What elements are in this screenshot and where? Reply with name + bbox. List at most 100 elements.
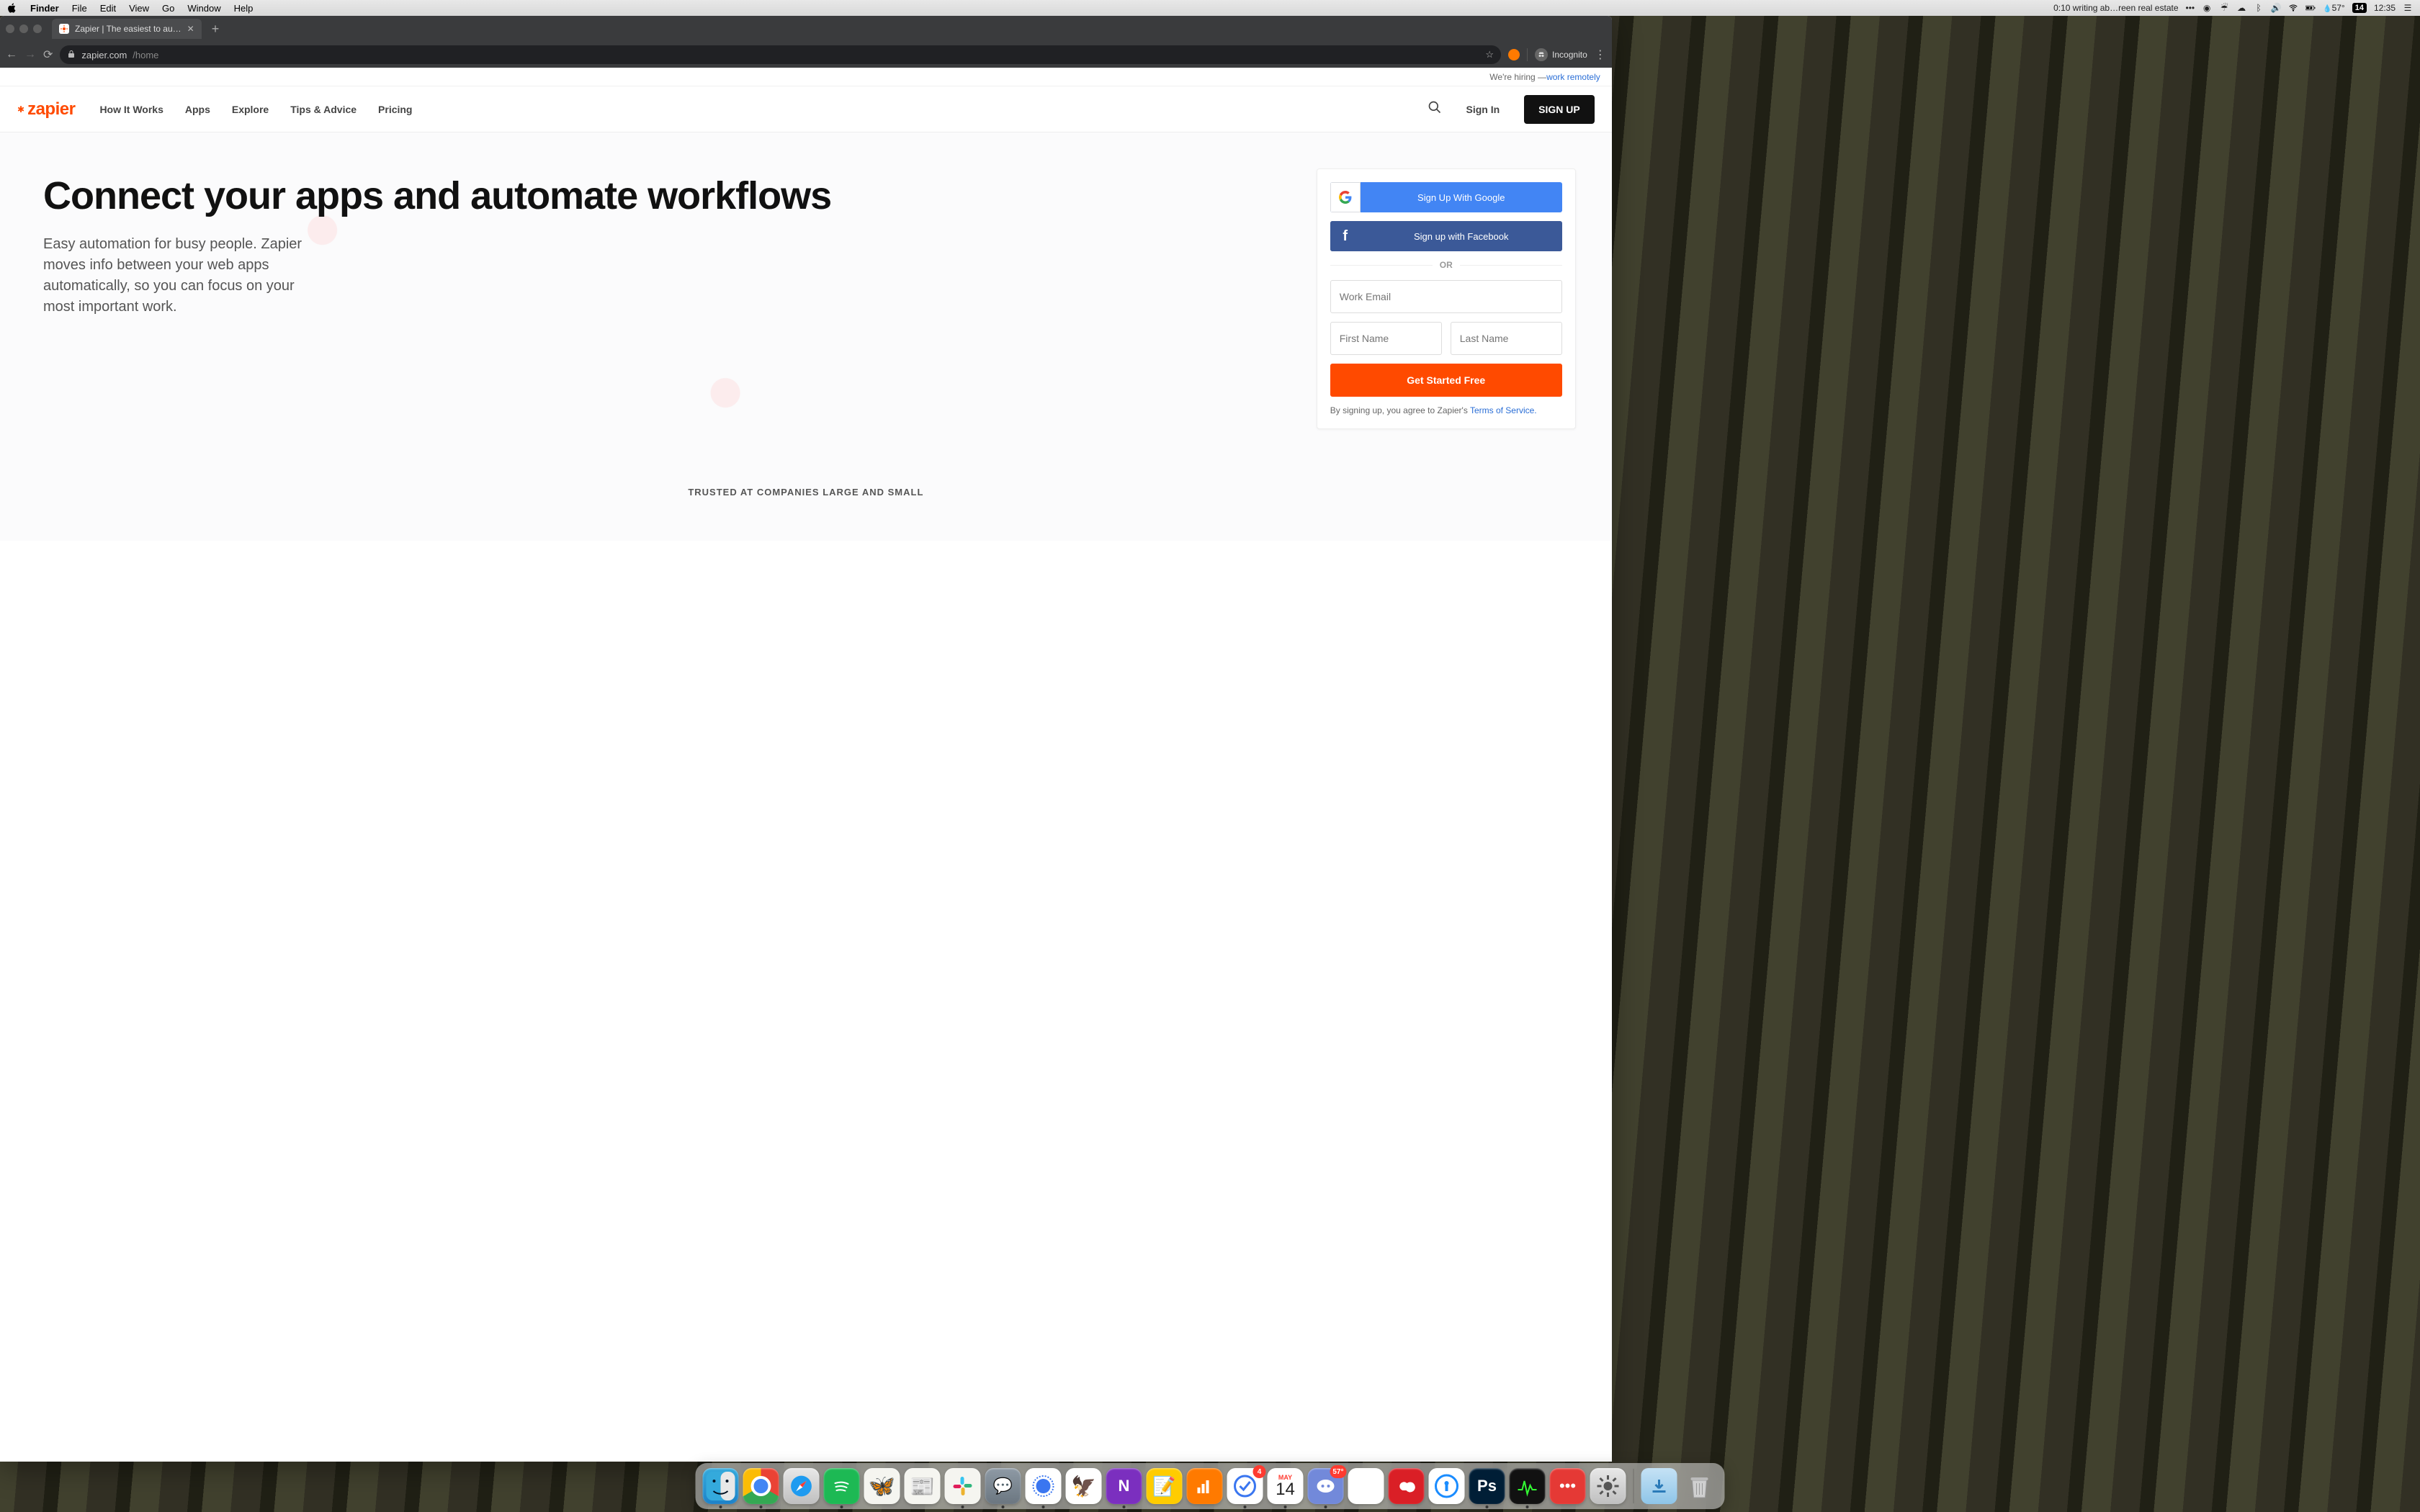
menubar-list-icon[interactable]: ☰ [2403,3,2413,13]
address-bar[interactable]: zapier.com/home ☆ [60,45,1501,64]
menu-go[interactable]: Go [162,3,174,14]
menubar-clock[interactable]: 12:35 [2374,3,2396,13]
or-divider: OR [1330,260,1562,270]
legal-text: By signing up, you agree to Zapier's Ter… [1330,405,1562,415]
dock-1password[interactable] [1429,1468,1465,1504]
get-started-button[interactable]: Get Started Free [1330,364,1562,397]
forward-button[interactable]: → [24,48,36,61]
incognito-icon [1535,48,1548,61]
dock-downloads-folder[interactable] [1641,1468,1677,1504]
browser-tab[interactable]: Zapier | The easiest to au… ✕ [52,19,202,39]
dock-calendar[interactable]: MAY 14 [1268,1468,1304,1504]
reload-button[interactable]: ⟳ [43,48,53,62]
menubar-date-badge[interactable]: 14 [2352,3,2367,13]
extension-icon[interactable] [1508,49,1520,60]
menu-help[interactable]: Help [234,3,254,14]
hero-subtext: Easy automation for busy people. Zapier … [43,234,302,318]
minimize-window-icon[interactable] [19,24,28,33]
menubar-cloud-icon[interactable]: ☁︎ [2236,3,2246,13]
incognito-label: Incognito [1552,50,1587,60]
dock-app-red[interactable]: ••• [1550,1468,1586,1504]
first-name-field[interactable] [1330,322,1442,355]
google-icon [1330,182,1361,212]
dock-things-badge: 4 [1253,1465,1266,1478]
zoom-window-icon[interactable] [33,24,42,33]
chrome-window: Zapier | The easiest to au… ✕ + ← → ⟳ za… [0,16,1612,1462]
sign-in-link[interactable]: Sign In [1466,104,1500,115]
menu-edit[interactable]: Edit [100,3,116,14]
menubar-target-icon[interactable]: ◉ [2202,3,2212,13]
dock-messages[interactable]: 💬 [985,1468,1021,1504]
new-tab-button[interactable]: + [206,22,225,37]
back-button[interactable]: ← [6,48,17,61]
menubar-umbrella-icon[interactable]: ☔︎ [2219,3,2229,13]
sign-up-button[interactable]: SIGN UP [1524,95,1595,124]
calendar-day: 14 [1276,1481,1295,1498]
bookmark-star-icon[interactable]: ☆ [1485,49,1494,60]
bluetooth-icon[interactable]: ᛒ [2254,3,2264,13]
dock-spotify[interactable] [824,1468,860,1504]
tab-title: Zapier | The easiest to au… [75,24,182,34]
dock: 🦋 📰 💬 🦅 N 📝 4 MAY 14 57° = [696,1463,1725,1509]
work-email-field[interactable] [1330,280,1562,313]
hero-section: Connect your apps and automate workflows… [0,132,1612,458]
volume-icon[interactable]: 🔊 [2271,3,2281,13]
primary-nav: How It Works Apps Explore Tips & Advice … [99,104,412,115]
url-host: zapier.com [81,50,127,60]
window-controls[interactable] [6,24,42,33]
menu-view[interactable]: View [129,3,149,14]
hiring-link[interactable]: work remotely [1546,72,1600,82]
chrome-menu-icon[interactable]: ⋮ [1595,48,1606,62]
dock-todoist[interactable]: = [1348,1468,1384,1504]
dock-safari[interactable] [784,1468,820,1504]
dock-chrome[interactable] [743,1468,779,1504]
tab-close-icon[interactable]: ✕ [187,24,194,34]
signup-card: Sign Up With Google f Sign up with Faceb… [1317,168,1576,429]
dock-news[interactable]: 📰 [905,1468,941,1504]
dock-things[interactable]: 4 [1227,1468,1263,1504]
dock-slack[interactable] [945,1468,981,1504]
signup-facebook-button[interactable]: f Sign up with Facebook [1330,221,1562,251]
nav-explore[interactable]: Explore [232,104,269,115]
last-name-field[interactable] [1451,322,1562,355]
search-icon[interactable] [1428,100,1442,118]
signup-google-button[interactable]: Sign Up With Google [1330,182,1562,212]
site-header: ✱ zapier How It Works Apps Explore Tips … [0,86,1612,132]
nav-pricing[interactable]: Pricing [378,104,412,115]
url-path: /home [133,50,158,60]
desktop: Zapier | The easiest to au… ✕ + ← → ⟳ za… [0,16,2420,1512]
terms-link[interactable]: Terms of Service. [1470,405,1537,415]
nav-tips[interactable]: Tips & Advice [290,104,357,115]
dock-mail[interactable]: 🦅 [1066,1468,1102,1504]
incognito-indicator: Incognito [1527,48,1587,61]
menubar-recording-status[interactable]: 0:10 writing ab…reen real estate [2053,3,2178,13]
dock-bear[interactable]: 🦋 [864,1468,900,1504]
dock-discord[interactable]: 57° [1308,1468,1344,1504]
dock-system-preferences[interactable] [1590,1468,1626,1504]
menubar-app-name[interactable]: Finder [30,3,59,14]
wifi-icon[interactable] [2288,3,2298,13]
dock-trash[interactable] [1682,1468,1718,1504]
dock-analytics[interactable] [1187,1468,1223,1504]
menubar-temp[interactable]: 💧57° [2323,3,2345,13]
zapier-wordmark: zapier [27,99,75,120]
nav-how-it-works[interactable]: How It Works [99,104,163,115]
dock-notes[interactable]: 📝 [1147,1468,1183,1504]
dock-signal[interactable] [1026,1468,1062,1504]
hiring-prefix: We're hiring — [1489,72,1546,82]
dock-finder[interactable] [703,1468,739,1504]
dock-activity-monitor[interactable] [1510,1468,1546,1504]
dock-photoshop[interactable]: Ps [1469,1468,1505,1504]
browser-toolbar: ← → ⟳ zapier.com/home ☆ Incognito ⋮ [0,42,1612,68]
apple-menu-icon[interactable] [7,3,17,13]
lock-icon [67,50,76,60]
zapier-logo[interactable]: ✱ zapier [17,99,75,120]
nav-apps[interactable]: Apps [185,104,210,115]
dock-creative-cloud[interactable] [1389,1468,1425,1504]
battery-icon[interactable] [2305,3,2316,13]
dock-onenote[interactable]: N [1106,1468,1142,1504]
menubar-more-icon[interactable]: ••• [2186,3,2195,13]
close-window-icon[interactable] [6,24,14,33]
menu-window[interactable]: Window [187,3,220,14]
menu-file[interactable]: File [72,3,87,14]
